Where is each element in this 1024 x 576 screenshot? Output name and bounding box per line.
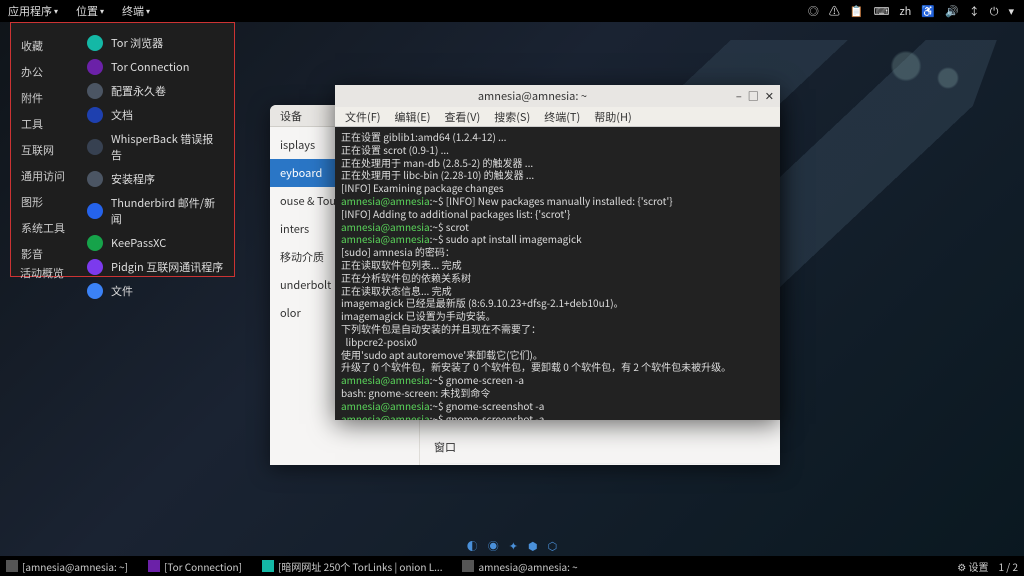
app-icon xyxy=(87,259,103,275)
app-item[interactable]: Thunderbird 邮件/新闻 xyxy=(77,191,234,231)
app-item-list: Tor 浏览器 Tor Connection 配置永久卷文档 WhisperBack … xyxy=(77,23,234,276)
app-category[interactable]: 附件 xyxy=(11,85,77,111)
terminal-window: amnesia@amnesia: ~ – □ ✕ 文件(F) 编辑(E) 查看(V)… xyxy=(335,85,780,420)
app-category[interactable]: 图形 xyxy=(11,189,77,215)
app-item[interactable]: 配置永久卷 xyxy=(77,79,234,103)
app-category[interactable]: 影音 xyxy=(11,241,77,267)
app-label: Tor Connection xyxy=(111,59,189,75)
app-item[interactable]: 文件 xyxy=(77,279,234,303)
taskbar-item[interactable]: [暗网网址 250个 TorLinks | onion L... xyxy=(262,559,442,574)
top-bar: 应用程序 ▾ 位置 ▾ 终端 ▾ ◎ ⚠ 📋 ⌨ zh ♿ 🔊 ↕ ⏻ ▾ xyxy=(0,0,1024,22)
terminal-icon xyxy=(462,560,474,572)
app-icon xyxy=(87,283,103,299)
app-icon xyxy=(87,107,103,123)
terminal-content[interactable]: 正在设置 giblib1:amd64 (1.2.4-12) ...正在设置 sc… xyxy=(335,127,780,420)
menu-applications[interactable]: 应用程序 ▾ xyxy=(8,3,58,19)
dock-icon[interactable]: ✦ xyxy=(509,538,518,554)
tray-menu-icon[interactable]: ▾ xyxy=(1008,3,1014,19)
bottom-dock: ◐ ◉ ✦ ⬢ ⬡ xyxy=(467,538,557,554)
app-label: 安装程序 xyxy=(111,171,155,187)
taskbar-item[interactable]: amnesia@amnesia: ~ xyxy=(462,559,577,574)
terminal-menu-item[interactable]: 搜索(S) xyxy=(494,109,530,125)
app-category[interactable]: 收藏 xyxy=(11,33,77,59)
dock-icon[interactable]: ⬡ xyxy=(548,538,558,554)
app-label: WhisperBack 错误报告 xyxy=(111,131,224,163)
applications-menu: 收藏办公附件工具互联网通用访问图形系统工具影音 Tor 浏览器 Tor Conne… xyxy=(10,22,235,277)
workspace-indicator[interactable]: 1 / 2 xyxy=(999,559,1019,574)
terminal-menu-item[interactable]: 文件(F) xyxy=(345,109,381,125)
app-icon xyxy=(87,203,103,219)
app-label: Thunderbird 邮件/新闻 xyxy=(111,195,224,227)
window-maximize-icon[interactable]: □ xyxy=(748,88,759,104)
app-category[interactable]: 通用访问 xyxy=(11,163,77,189)
app-category-list: 收藏办公附件工具互联网通用访问图形系统工具影音 xyxy=(11,23,77,276)
tor-icon xyxy=(148,560,160,572)
app-label: KeePassXC xyxy=(111,235,166,251)
activities-overview[interactable]: 活动概览 xyxy=(20,265,64,281)
chevron-down-icon: ▾ xyxy=(100,6,104,17)
terminal-menubar: 文件(F) 编辑(E) 查看(V) 搜索(S) 终端(T) 帮助(H) xyxy=(335,107,780,127)
terminal-icon xyxy=(6,560,18,572)
app-icon xyxy=(87,171,103,187)
tray-power-icon[interactable]: ⏻ xyxy=(990,3,999,19)
app-item[interactable]: Tor 浏览器 xyxy=(77,31,234,55)
app-icon xyxy=(87,59,103,75)
terminal-menu-item[interactable]: 帮助(H) xyxy=(594,109,631,125)
menu-terminal[interactable]: 终端 ▾ xyxy=(122,3,150,19)
app-item[interactable]: 文档 xyxy=(77,103,234,127)
settings-row[interactable]: 窗口 xyxy=(430,431,770,464)
terminal-menu-item[interactable]: 终端(T) xyxy=(544,109,580,125)
app-label: 文件 xyxy=(111,283,133,299)
tray-accessibility-icon[interactable]: ♿ xyxy=(921,3,935,19)
app-category[interactable]: 工具 xyxy=(11,111,77,137)
dock-icon[interactable]: ◐ xyxy=(467,538,478,554)
app-icon xyxy=(87,139,103,155)
app-category[interactable]: 办公 xyxy=(11,59,77,85)
dock-icon[interactable]: ◉ xyxy=(488,538,499,554)
settings-row[interactable]: 关闭窗口Alt+F4 xyxy=(430,464,770,465)
app-icon xyxy=(87,35,103,51)
app-label: 文档 xyxy=(111,107,133,123)
terminal-menu-item[interactable]: 查看(V) xyxy=(444,109,480,125)
app-category[interactable]: 互联网 xyxy=(11,137,77,163)
tray-clipboard-icon[interactable]: 📋 xyxy=(850,3,864,19)
app-icon xyxy=(87,83,103,99)
taskbar-item[interactable]: [amnesia@amnesia: ~] xyxy=(6,559,128,574)
app-label: 配置永久卷 xyxy=(111,83,166,99)
bottom-taskbar: [amnesia@amnesia: ~] [Tor Connection] [暗… xyxy=(0,556,1024,576)
app-item[interactable]: Pidgin 互联网通讯程序 xyxy=(77,255,234,279)
app-item[interactable]: 安装程序 xyxy=(77,167,234,191)
chevron-down-icon: ▾ xyxy=(54,6,58,17)
taskbar-item[interactable]: [Tor Connection] xyxy=(148,559,242,574)
settings-shortcut[interactable]: ⚙ 设置 xyxy=(957,559,988,574)
tray-warning-icon[interactable]: ⚠ xyxy=(829,3,840,19)
app-item[interactable]: Tor Connection xyxy=(77,55,234,79)
app-icon xyxy=(87,235,103,251)
tray-keyboard-icon[interactable]: ⌨ xyxy=(874,3,890,19)
app-category[interactable]: 系统工具 xyxy=(11,215,77,241)
terminal-menu-item[interactable]: 编辑(E) xyxy=(395,109,431,125)
app-label: Tor 浏览器 xyxy=(111,35,163,51)
menu-places[interactable]: 位置 ▾ xyxy=(76,3,104,19)
tray-network-icon[interactable]: ↕ xyxy=(969,3,980,19)
app-label: Pidgin 互联网通讯程序 xyxy=(111,259,223,275)
browser-icon xyxy=(262,560,274,572)
dock-icon[interactable]: ⬢ xyxy=(528,538,538,554)
window-close-icon[interactable]: ✕ xyxy=(765,88,774,104)
tray-language[interactable]: zh xyxy=(899,3,911,19)
app-item[interactable]: WhisperBack 错误报告 xyxy=(77,127,234,167)
tray-tor-icon[interactable]: ◎ xyxy=(808,3,819,19)
chevron-down-icon: ▾ xyxy=(146,6,150,17)
terminal-titlebar[interactable]: amnesia@amnesia: ~ – □ ✕ xyxy=(335,85,780,107)
tray-volume-icon[interactable]: 🔊 xyxy=(945,3,959,19)
window-minimize-icon[interactable]: – xyxy=(736,88,742,104)
app-item[interactable]: KeePassXC xyxy=(77,231,234,255)
